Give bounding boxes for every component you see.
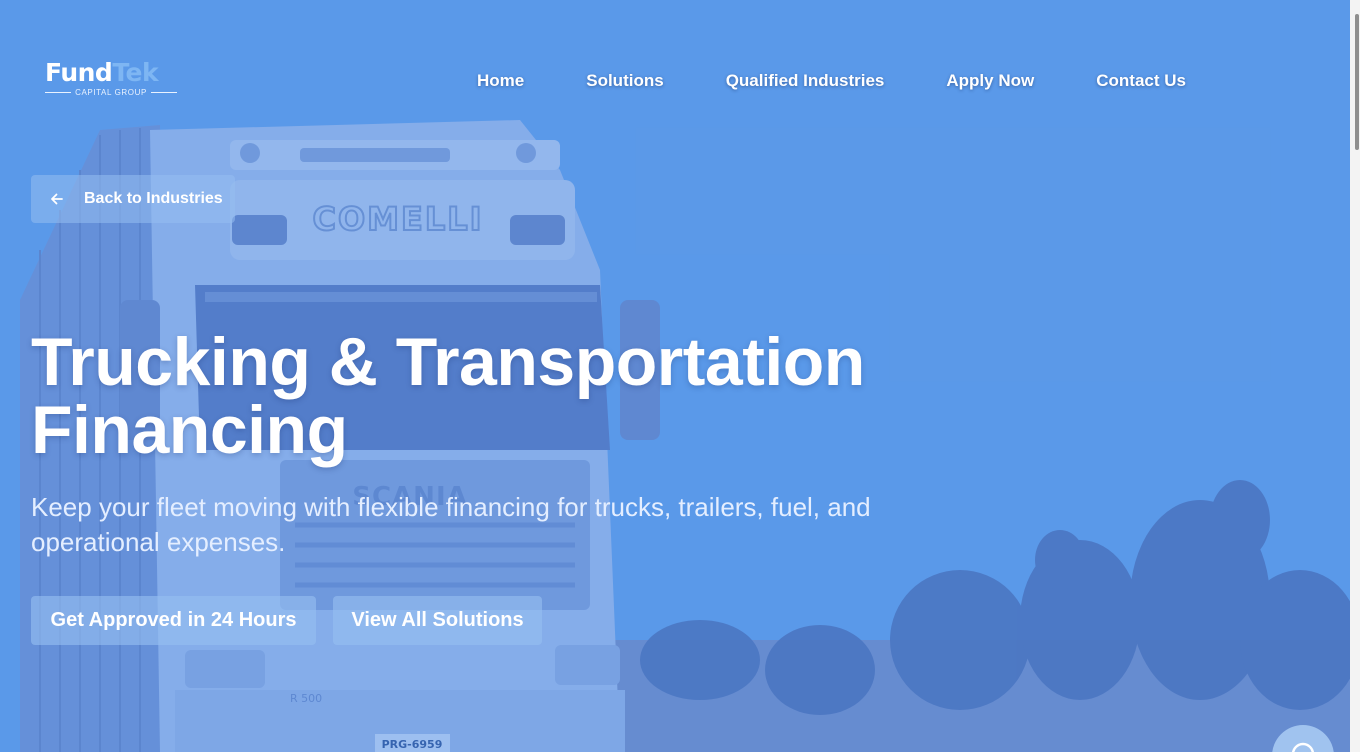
nav-home[interactable]: Home	[477, 69, 524, 93]
hero-title: Trucking & Transportation Financing	[31, 324, 865, 468]
logo-rule-right	[150, 92, 177, 93]
page: COMELLI SCANIA R 500 PRG-6959 FundTek CA…	[0, 0, 1360, 752]
get-approved-button[interactable]: Get Approved in 24 Hours	[31, 596, 316, 645]
logo-tagline: CAPITAL GROUP	[75, 88, 147, 97]
view-all-solutions-button[interactable]: View All Solutions	[333, 596, 542, 645]
site-header: FundTek CAPITAL GROUP Home Solutions Qua…	[0, 0, 1350, 150]
fundtek-logo[interactable]: FundTek CAPITAL GROUP	[45, 58, 180, 100]
logo-rule-left	[45, 92, 72, 93]
logo-wordmark: FundTek	[45, 58, 180, 88]
chat-icon	[1291, 742, 1315, 752]
arrow-left-icon	[51, 193, 63, 205]
logo-word-tek: Tek	[112, 58, 159, 87]
hero-subtitle: Keep your fleet moving with flexible fin…	[31, 492, 871, 557]
main-nav: Home Solutions Qualified Industries Appl…	[477, 69, 1186, 93]
nav-solutions[interactable]: Solutions	[586, 69, 663, 93]
logo-word-fund: Fund	[45, 58, 113, 87]
logo-tagline-row: CAPITAL GROUP	[45, 88, 177, 97]
scrollbar-thumb[interactable]	[1355, 14, 1359, 150]
nav-contact-us[interactable]: Contact Us	[1096, 69, 1186, 93]
page-scrollbar[interactable]	[1350, 0, 1360, 752]
nav-apply-now[interactable]: Apply Now	[946, 69, 1034, 93]
back-to-industries-button[interactable]: Back to Industries	[31, 175, 235, 223]
nav-qualified-industries[interactable]: Qualified Industries	[726, 69, 885, 93]
back-to-industries-label: Back to Industries	[84, 190, 223, 207]
